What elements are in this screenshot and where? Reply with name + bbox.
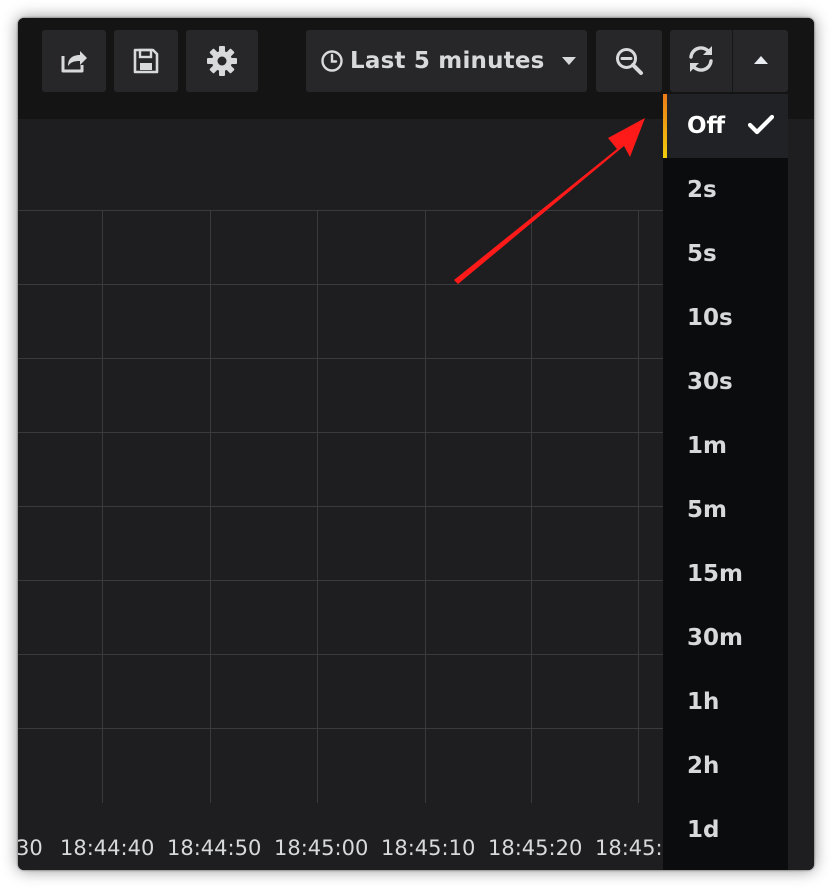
x-axis-tick: 18:44:40: [60, 836, 155, 860]
x-axis-tick: 30: [18, 836, 43, 860]
refresh-button[interactable]: [670, 30, 732, 92]
refresh-option-label: 5m: [687, 497, 727, 523]
dashboard-window: 30 18:44:40 18:44:50 18:45:00 18:45:10 1…: [18, 18, 814, 870]
refresh-picker: [670, 30, 788, 92]
grid-line: [18, 728, 663, 729]
refresh-option-5m[interactable]: 5m: [663, 478, 788, 542]
refresh-option-label: 2h: [687, 753, 720, 779]
refresh-option-1m[interactable]: 1m: [663, 414, 788, 478]
caret-up-icon: [753, 52, 769, 70]
refresh-interval-toggle[interactable]: [733, 30, 788, 92]
save-icon: [132, 47, 160, 75]
share-button[interactable]: [42, 30, 106, 92]
time-range-label: Last 5 minutes: [350, 48, 545, 74]
chevron-down-icon: [561, 56, 577, 66]
grid-line: [18, 358, 663, 359]
refresh-option-15m[interactable]: 15m: [663, 542, 788, 606]
refresh-option-label: 10s: [687, 305, 733, 331]
refresh-option-2s[interactable]: 2s: [663, 158, 788, 222]
x-axis-tick: 18:45:00: [274, 836, 369, 860]
refresh-option-label: 30s: [687, 369, 733, 395]
zoom-out-button[interactable]: [596, 30, 662, 92]
time-range-picker[interactable]: Last 5 minutes: [306, 30, 587, 92]
refresh-option-1d[interactable]: 1d: [663, 798, 788, 862]
grid-line: [18, 210, 663, 211]
grid-line: [18, 432, 663, 433]
gear-icon: [205, 44, 239, 78]
refresh-option-10s[interactable]: 10s: [663, 286, 788, 350]
refresh-option-label: 2s: [687, 177, 717, 203]
refresh-option-1h[interactable]: 1h: [663, 670, 788, 734]
refresh-option-30m[interactable]: 30m: [663, 606, 788, 670]
settings-button[interactable]: [186, 30, 258, 92]
refresh-option-label: Off: [687, 113, 726, 139]
refresh-option-5s[interactable]: 5s: [663, 222, 788, 286]
refresh-option-30s[interactable]: 30s: [663, 350, 788, 414]
grid-line: [18, 506, 663, 507]
refresh-option-label: 30m: [687, 625, 743, 651]
save-dashboard-button[interactable]: [114, 30, 178, 92]
grid-line: [18, 580, 663, 581]
x-axis-tick: 18:45:20: [488, 836, 583, 860]
selected-indicator: [663, 94, 667, 158]
share-icon: [59, 46, 89, 76]
refresh-icon: [685, 43, 717, 80]
refresh-option-label: 1m: [687, 433, 727, 459]
refresh-option-label: 5s: [687, 241, 717, 267]
clock-icon: [320, 49, 344, 73]
refresh-option-label: 1h: [687, 689, 720, 715]
refresh-interval-menu: Off 2s 5s 10s 30s 1m 5m 15m 30m 1h 2h 1d: [663, 94, 788, 870]
checkmark-icon: [747, 114, 775, 142]
zoom-out-icon: [614, 46, 644, 76]
refresh-option-label: 15m: [687, 561, 743, 587]
grid-line: [18, 284, 663, 285]
x-axis-tick: 18:45:10: [381, 836, 476, 860]
refresh-option-2h[interactable]: 2h: [663, 734, 788, 798]
grid-line: [18, 654, 663, 655]
x-axis-tick: 18:44:50: [167, 836, 262, 860]
refresh-option-label: 1d: [687, 817, 720, 843]
refresh-option-off[interactable]: Off: [663, 94, 788, 158]
